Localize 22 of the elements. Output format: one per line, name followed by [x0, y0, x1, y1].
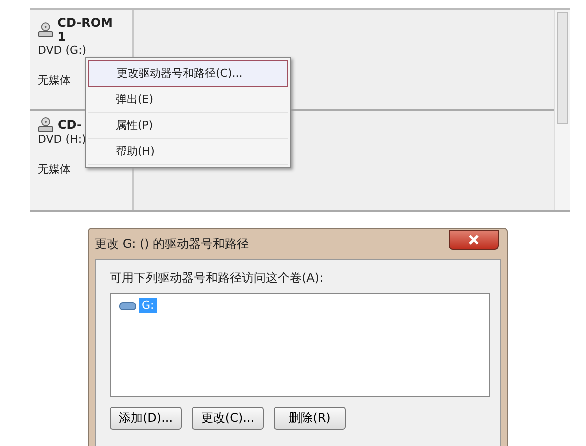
disk-name: CD- [58, 118, 82, 132]
menu-item[interactable]: 属性(P) [88, 113, 288, 139]
media-status: 无媒体 [38, 162, 72, 177]
media-status: 无媒体 [38, 73, 72, 88]
drive-label: DVD (H:) [38, 133, 88, 146]
close-icon [469, 235, 479, 245]
prompt-label: 可用下列驱动器号和路径访问这个卷(A): [110, 270, 325, 287]
drive-label: DVD (G:) [38, 44, 88, 57]
dialog-button[interactable]: 添加(D)... [110, 407, 182, 430]
dialog-button[interactable]: 更改(C)... [192, 407, 264, 430]
window-title: 更改 G: () 的驱动器号和路径 [95, 236, 250, 252]
menu-item[interactable]: 帮助(H) [88, 139, 288, 165]
menu-item[interactable]: 更改驱动器号和路径(C)... [88, 60, 288, 87]
scrollbar[interactable] [554, 10, 570, 210]
dialog-button[interactable]: 删除(R) [274, 407, 346, 430]
close-button[interactable] [449, 230, 499, 250]
disk-name: CD-ROM 1 [58, 16, 114, 44]
cd-drive-icon [38, 117, 54, 133]
drive-icon [119, 300, 137, 310]
scroll-thumb[interactable] [557, 12, 568, 124]
cd-drive-icon [38, 22, 54, 38]
menu-item[interactable]: 弹出(E) [88, 87, 288, 113]
